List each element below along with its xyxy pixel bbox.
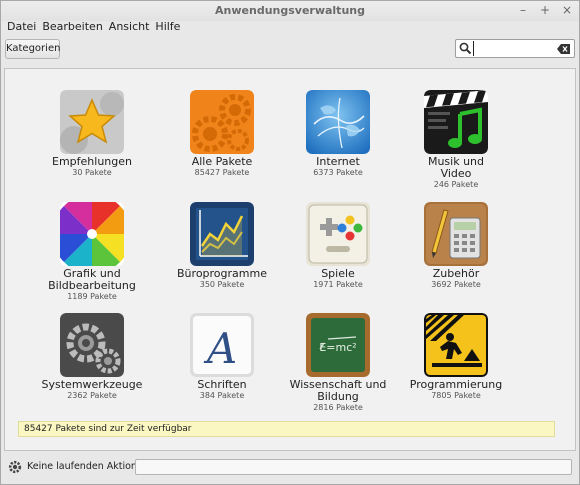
search-icon <box>459 42 472 55</box>
action-status-label: Keine laufenden Aktionen <box>27 461 149 472</box>
office-chart-icon <box>190 202 254 266</box>
category-label: Programmierung <box>409 378 503 391</box>
font-icon: A <box>190 313 254 377</box>
close-button[interactable]: × <box>561 3 573 17</box>
category-count: 1189 Pakete <box>67 292 117 301</box>
category-bueroprogramme[interactable]: Büroprogramme 350 Pakete <box>162 202 282 290</box>
category-label: Wissenschaft und Bildung <box>289 378 387 403</box>
category-label: Alle Pakete <box>191 155 253 168</box>
search-input[interactable] <box>473 41 555 56</box>
category-count: 6373 Pakete <box>313 168 363 177</box>
category-zubehoer[interactable]: Zubehör 3692 Pakete <box>396 202 516 290</box>
svg-text:E=mc²: E=mc² <box>319 341 356 354</box>
category-count: 246 Pakete <box>433 180 479 189</box>
category-label: Zubehör <box>432 267 480 280</box>
category-label: Schriften <box>197 378 247 391</box>
category-label: Büroprogramme <box>177 267 267 280</box>
category-count: 85427 Pakete <box>194 168 250 177</box>
menu-bar: Datei Bearbeiten Ansicht Hilfe <box>1 18 183 36</box>
gears-icon <box>190 90 254 154</box>
category-grafik[interactable]: Grafik und Bildbearbeitung 1189 Pakete <box>32 202 152 302</box>
chalkboard-icon: E=mc² <box>306 313 370 377</box>
category-count: 7805 Pakete <box>431 391 481 400</box>
category-label: Systemwerkzeuge <box>41 378 143 391</box>
category-empfehlungen[interactable]: Empfehlungen 30 Pakete <box>32 90 152 178</box>
search-box[interactable] <box>455 39 575 58</box>
category-schriften[interactable]: A Schriften 384 Pakete <box>162 313 282 401</box>
category-label: Empfehlungen <box>52 155 132 168</box>
category-programmierung[interactable]: Programmierung 7805 Pakete <box>396 313 516 401</box>
category-count: 3692 Pakete <box>431 280 481 289</box>
svg-text:A: A <box>203 324 237 373</box>
music-video-icon <box>424 90 488 154</box>
status-message: 85427 Pakete sind zur Zeit verfügbar <box>18 421 555 437</box>
category-alle-pakete[interactable]: Alle Pakete 85427 Pakete <box>162 90 282 178</box>
window-controls: – + × <box>517 3 573 17</box>
category-systemwerkzeuge[interactable]: Systemwerkzeuge 2362 Pakete <box>32 313 152 401</box>
color-wheel-icon <box>60 202 124 266</box>
category-label: Spiele <box>321 267 355 280</box>
toolbar: Kategorien <box>1 37 579 63</box>
menu-help[interactable]: Hilfe <box>152 18 183 36</box>
category-label: Internet <box>316 155 360 168</box>
category-count: 30 Pakete <box>72 168 112 177</box>
clear-search-icon[interactable] <box>557 44 570 54</box>
category-count: 2362 Pakete <box>67 391 117 400</box>
categories-button[interactable]: Kategorien <box>5 39 60 59</box>
category-count: 350 Pakete <box>199 280 245 289</box>
calculator-icon <box>424 202 488 266</box>
category-internet[interactable]: Internet 6373 Pakete <box>278 90 398 178</box>
category-wissenschaft[interactable]: E=mc² Wissenschaft und Bildung 2816 Pake… <box>278 313 398 413</box>
category-spiele[interactable]: Spiele 1971 Pakete <box>278 202 398 290</box>
category-grid: Empfehlungen 30 Pakete Alle Pakete 85427… <box>4 68 576 451</box>
gear-icon <box>8 460 22 474</box>
category-count: 1971 Pakete <box>313 280 363 289</box>
category-musik-video[interactable]: Musik und Video 246 Pakete <box>396 90 516 190</box>
menu-view[interactable]: Ansicht <box>106 18 153 36</box>
category-label: Musik und Video <box>427 155 485 180</box>
menu-file[interactable]: Datei <box>4 18 39 36</box>
window-title: Anwendungsverwaltung <box>215 4 365 17</box>
app-window: Anwendungsverwaltung – + × Datei Bearbei… <box>0 0 580 485</box>
construction-icon <box>424 313 488 377</box>
category-label: Grafik und Bildbearbeitung <box>48 267 136 292</box>
globe-icon <box>306 90 370 154</box>
system-gears-icon <box>60 313 124 377</box>
minimize-button[interactable]: – <box>517 3 529 17</box>
gamepad-icon <box>306 202 370 266</box>
action-progress-bar <box>135 459 572 475</box>
star-icon <box>60 90 124 154</box>
category-count: 384 Pakete <box>199 391 245 400</box>
menu-edit[interactable]: Bearbeiten <box>39 18 105 36</box>
category-count: 2816 Pakete <box>313 403 363 412</box>
bottom-bar: Keine laufenden Aktionen <box>1 456 579 478</box>
maximize-button[interactable]: + <box>539 3 551 17</box>
